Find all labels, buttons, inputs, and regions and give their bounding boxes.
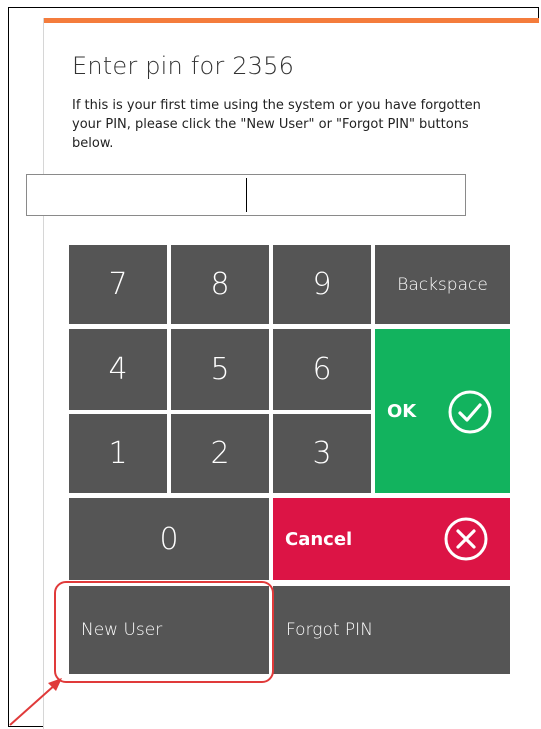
- accent-bar: [44, 18, 539, 23]
- x-circle-icon: [443, 516, 489, 562]
- key-1[interactable]: 1: [69, 414, 167, 493]
- key-3-label: 3: [312, 436, 332, 471]
- backspace-label: Backspace: [397, 274, 488, 295]
- ok-label: OK: [387, 400, 417, 422]
- ok-button[interactable]: OK: [375, 329, 510, 493]
- instructions-text: If this is your first time using the sys…: [72, 98, 481, 151]
- key-1-label: 1: [108, 436, 128, 471]
- new-user-button[interactable]: New User: [69, 586, 269, 674]
- text-caret: [246, 178, 247, 212]
- check-circle-icon: [447, 389, 493, 435]
- key-2[interactable]: 2: [171, 414, 269, 493]
- key-0[interactable]: 0: [69, 498, 269, 580]
- key-8-label: 8: [210, 267, 230, 302]
- key-5[interactable]: 5: [171, 329, 269, 410]
- key-8[interactable]: 8: [171, 245, 269, 324]
- key-9-label: 9: [312, 267, 332, 302]
- forgot-pin-label: Forgot PIN: [286, 620, 373, 640]
- page-title: Enter pin for 2356: [72, 52, 295, 80]
- cancel-label: Cancel: [285, 528, 353, 550]
- key-6-label: 6: [312, 352, 332, 387]
- backspace-button[interactable]: Backspace: [375, 245, 510, 324]
- key-5-label: 5: [210, 352, 230, 387]
- new-user-label: New User: [81, 620, 163, 640]
- key-7[interactable]: 7: [69, 245, 167, 324]
- key-9[interactable]: 9: [273, 245, 371, 324]
- cancel-button[interactable]: Cancel: [273, 498, 510, 580]
- key-4-label: 4: [108, 352, 128, 387]
- key-7-label: 7: [108, 267, 128, 302]
- key-3[interactable]: 3: [273, 414, 371, 493]
- key-4[interactable]: 4: [69, 329, 167, 410]
- key-2-label: 2: [210, 436, 230, 471]
- forgot-pin-button[interactable]: Forgot PIN: [273, 586, 510, 674]
- key-0-label: 0: [159, 521, 179, 557]
- key-6[interactable]: 6: [273, 329, 371, 410]
